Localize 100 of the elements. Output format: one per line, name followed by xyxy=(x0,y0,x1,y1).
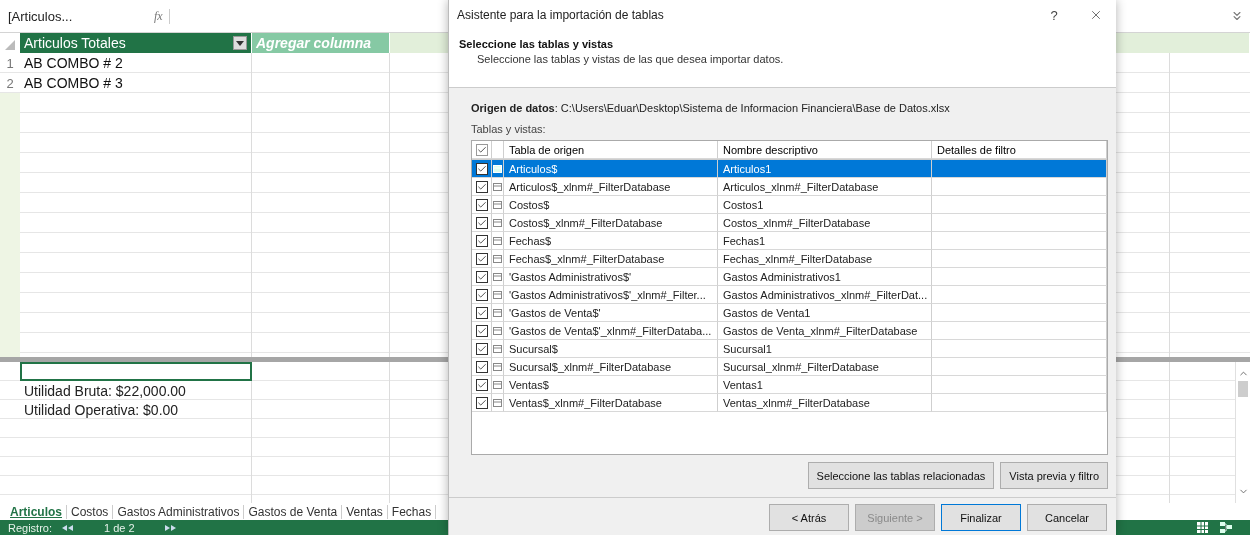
table-icon xyxy=(493,326,502,335)
table-cell: Gastos de Venta_xlnm#_FilterDatabase xyxy=(723,324,918,337)
table-row[interactable]: 'Gastos Administrativos$' Gastos Administrativos1 xyxy=(472,268,1107,286)
dialog-title: Asistente para la importación de tablas xyxy=(457,8,664,22)
wizard-button[interactable]: Finalizar xyxy=(941,504,1021,531)
table-icon xyxy=(493,380,502,389)
step-description: Seleccione las tablas y vistas de las que desea importar datos. xyxy=(476,53,785,65)
table-cell-text: AB COMBO # 3 xyxy=(23,75,124,91)
table-cell: Sucursal$ xyxy=(509,342,558,355)
table-row[interactable]: Fechas$ Fechas1 xyxy=(472,232,1107,250)
column-header[interactable]: Detalles de filtro xyxy=(937,143,1016,156)
table-cell: Articulos$_xlnm#_FilterDatabase xyxy=(509,180,671,193)
help-button[interactable]: ? xyxy=(1032,7,1076,23)
record-label: Registro: xyxy=(8,521,53,534)
table-cell: 'Gastos de Venta$' xyxy=(509,306,601,319)
column-header[interactable]: Tabla de origen xyxy=(509,143,585,156)
action-button[interactable]: Seleccione las tablas relacionadas xyxy=(807,462,995,489)
table-cell: Ventas$_xlnm#_FilterDatabase xyxy=(509,396,662,409)
wizard-button[interactable]: < Atrás xyxy=(769,504,849,531)
step-heading: Seleccione las tablas y vistas xyxy=(459,38,615,50)
table-icon xyxy=(493,182,502,191)
table-cell: Ventas_xlnm#_FilterDatabase xyxy=(723,396,870,409)
checkbox[interactable] xyxy=(475,324,488,337)
table-row[interactable]: 'Gastos Administrativos$'_xlnm#_Filter... Gastos Administrativos_xlnm#_FilterDat... xyxy=(472,286,1107,304)
checkbox[interactable] xyxy=(475,162,488,175)
dropdown-icon[interactable] xyxy=(233,36,247,50)
table-cell: Gastos Administrativos1 xyxy=(723,270,841,283)
table-row[interactable]: Sucursal$_xlnm#_FilterDatabase Sucursal_xlnm#_FilterDatabase xyxy=(472,358,1107,376)
table-cell: Ventas$ xyxy=(509,378,549,391)
checkbox[interactable] xyxy=(475,234,488,247)
checkbox[interactable] xyxy=(475,288,488,301)
scrollbar-thumb[interactable] xyxy=(1238,381,1248,397)
checkbox[interactable] xyxy=(475,180,488,193)
sheet-tab[interactable]: Fechas xyxy=(387,504,437,519)
table-icon xyxy=(493,200,502,209)
table-icon xyxy=(493,236,502,245)
table-row[interactable]: 'Gastos de Venta$' Gastos de Venta1 xyxy=(472,304,1107,322)
checkbox[interactable] xyxy=(475,360,488,373)
sheet-tab[interactable]: Gastos de Venta xyxy=(244,504,343,519)
table-icon xyxy=(493,362,502,371)
sheet-tab[interactable]: Costos xyxy=(67,504,114,519)
calculation-cell[interactable]: Utilidad Bruta: $22,000.00 xyxy=(20,381,252,400)
table-row[interactable]: Fechas$_xlnm#_FilterDatabase Fechas_xlnm#_FilterDatabase xyxy=(472,250,1107,268)
function-label: fx xyxy=(148,8,170,24)
table-row[interactable]: Costos$ Costos1 xyxy=(472,196,1107,214)
checkbox[interactable] xyxy=(475,143,488,156)
table-cell: 'Gastos Administrativos$' xyxy=(509,270,632,283)
record-position: 1 de 2 xyxy=(104,521,135,534)
table-icon xyxy=(493,164,502,173)
table-cell: Gastos de Venta1 xyxy=(723,306,811,319)
checkbox[interactable] xyxy=(475,306,488,319)
grid-view-icon[interactable] xyxy=(1197,522,1208,533)
expand-icon[interactable] xyxy=(1230,9,1244,23)
table-cell: Sucursal$_xlnm#_FilterDatabase xyxy=(509,360,672,373)
table-row[interactable]: 'Gastos de Venta$'_xlnm#_FilterDataba... Gastos de Venta_xlnm#_FilterDatabase xyxy=(472,322,1107,340)
table-row[interactable]: Ventas$ Ventas1 xyxy=(472,376,1107,394)
table-cell: 'Gastos de Venta$'_xlnm#_FilterDataba... xyxy=(509,324,712,337)
table-icon xyxy=(493,344,502,353)
table-row[interactable]: Sucursal$ Sucursal1 xyxy=(472,340,1107,358)
table-cell: Sucursal1 xyxy=(723,342,772,355)
checkbox[interactable] xyxy=(475,396,488,409)
table-row[interactable]: Articulos$_xlnm#_FilterDatabase Articulos_xlnm#_FilterDatabase xyxy=(472,178,1107,196)
table-row[interactable]: Costos$_xlnm#_FilterDatabase Costos_xlnm#_FilterDatabase xyxy=(472,214,1107,232)
calculation-cell[interactable]: Utilidad Operativa: $0.00 xyxy=(20,400,252,419)
table-icon xyxy=(493,254,502,263)
row-number: 2 xyxy=(5,75,15,91)
table-cell: Costos_xlnm#_FilterDatabase xyxy=(723,216,871,229)
table-cell: Costos1 xyxy=(723,198,764,211)
table-cell: Ventas1 xyxy=(723,378,763,391)
column-header[interactable]: Articulos Totales xyxy=(20,33,252,53)
column-header[interactable]: Nombre descriptivo xyxy=(723,143,818,156)
checkbox[interactable] xyxy=(475,198,488,211)
table-row[interactable]: Ventas$_xlnm#_FilterDatabase Ventas_xlnm#_FilterDatabase xyxy=(472,394,1107,412)
table-cell: Costos$_xlnm#_FilterDatabase xyxy=(509,216,663,229)
table-icon xyxy=(493,398,502,407)
name-box[interactable]: [Articulos... xyxy=(0,8,148,24)
table-row[interactable]: Articulos$ Articulos1 xyxy=(472,160,1107,178)
sheet-tab[interactable]: Ventas xyxy=(342,504,388,519)
table-cell: Articulos1 xyxy=(723,162,772,175)
checkbox[interactable] xyxy=(475,252,488,265)
wizard-button[interactable]: Cancelar xyxy=(1027,504,1107,531)
last-record-icon[interactable] xyxy=(164,524,177,531)
sheet-tab[interactable]: Articulos xyxy=(6,504,67,519)
checkbox[interactable] xyxy=(475,270,488,283)
diagram-view-icon[interactable] xyxy=(1220,522,1232,533)
checkbox[interactable] xyxy=(475,378,488,391)
table-icon xyxy=(493,290,502,299)
table-cell: Fechas$ xyxy=(509,234,552,247)
table-cell: Fechas_xlnm#_FilterDatabase xyxy=(723,252,873,265)
checkbox[interactable] xyxy=(475,342,488,355)
table-cell: Articulos$ xyxy=(509,162,558,175)
selected-cell[interactable] xyxy=(20,362,252,381)
data-source-path: Origen de datos: C:\Users\Eduar\Desktop\Sistema de Informacion Financiera\Base de Datos.xlsx xyxy=(471,102,951,114)
action-button[interactable]: Vista previa y filtro xyxy=(1000,462,1108,489)
table-cell: Costos$ xyxy=(509,198,550,211)
checkbox[interactable] xyxy=(475,216,488,229)
table-cell: Gastos Administrativos_xlnm#_FilterDat... xyxy=(723,288,928,301)
sheet-tab[interactable]: Gastos Administrativos xyxy=(113,504,245,519)
first-record-icon[interactable] xyxy=(62,524,75,531)
table-cell: Fechas$_xlnm#_FilterDatabase xyxy=(509,252,665,265)
